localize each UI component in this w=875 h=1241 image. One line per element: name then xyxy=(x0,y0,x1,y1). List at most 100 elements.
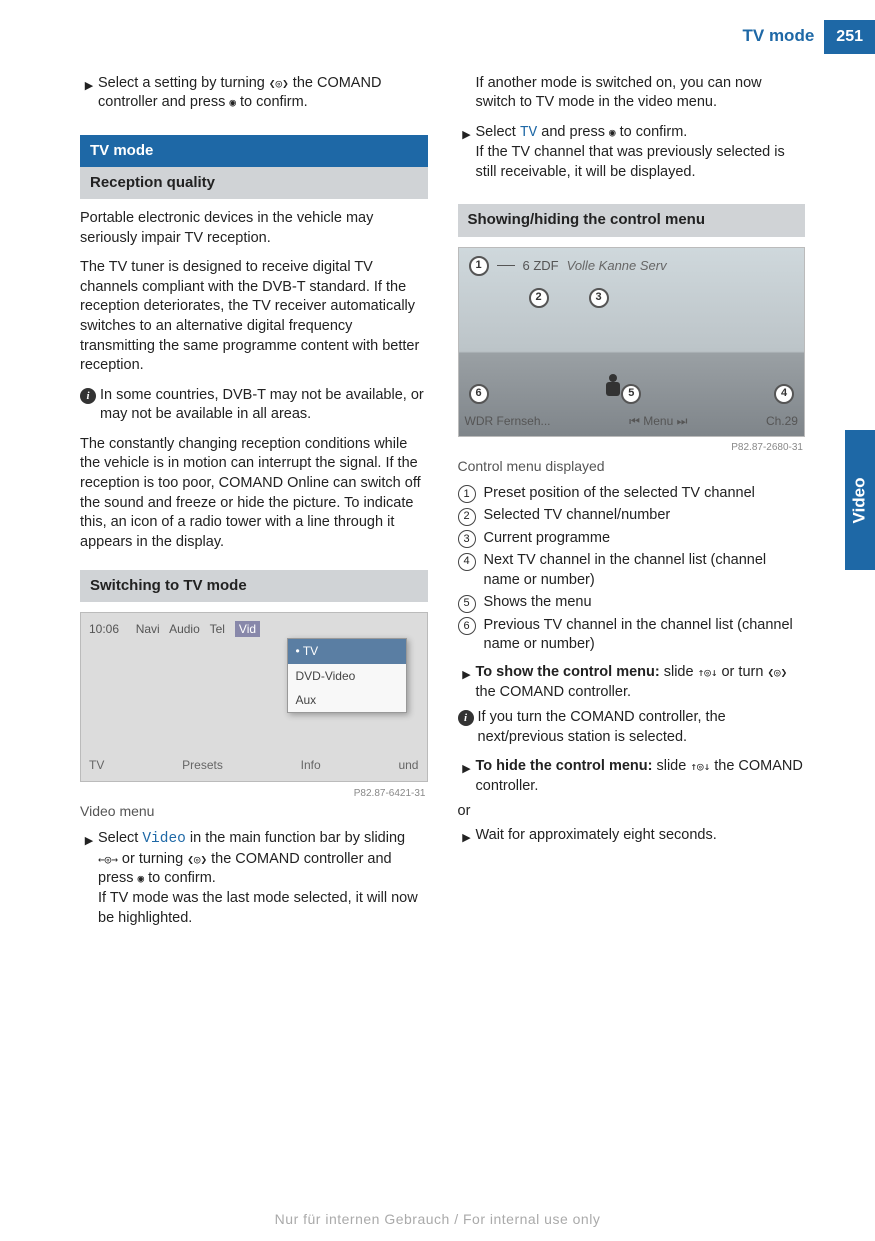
shot-btn-presets: Presets xyxy=(182,757,223,773)
subsection-switching-tv: Switching to TV mode xyxy=(80,570,428,602)
legend-row: 4 Next TV channel in the channel list (ch… xyxy=(458,551,806,590)
legend-row: 2 Selected TV channel/number xyxy=(458,506,806,526)
prev-track-icon: ⏮ xyxy=(629,414,640,428)
text: in the main function bar by sliding xyxy=(186,830,405,846)
shot-time: 10:06 xyxy=(89,622,119,636)
step-hide-control-menu: ▶ To hide the control menu: slide ↑◎↓ th… xyxy=(458,757,806,796)
legend-num-1: 1 xyxy=(458,485,476,503)
text: to confirm. xyxy=(616,124,688,140)
page-number: 251 xyxy=(824,20,875,54)
or-text: or xyxy=(458,802,806,822)
figure-tag: P82.87-6421-31 xyxy=(354,787,426,801)
figure-control-menu: 1 6 ZDF Volle Kanne Serv 2 3 6 5 4 xyxy=(458,247,806,437)
legend-row: 6 Previous TV channel in the channel list… xyxy=(458,616,806,655)
legend-text: Next TV channel in the channel list (cha… xyxy=(484,551,806,590)
shot2-preset: 6 ZDF xyxy=(523,257,559,275)
shot-vid: Vid xyxy=(235,621,260,637)
shot-btn-info: Info xyxy=(301,757,321,773)
legend-text: Selected TV channel/number xyxy=(484,506,671,526)
bold-text: To show the control menu: xyxy=(476,664,660,680)
callout-6: 6 xyxy=(469,384,489,404)
subsection-control-menu: Showing/hiding the control menu xyxy=(458,204,806,236)
press-icon: ◉ xyxy=(229,96,236,109)
info-note: i In some countries, DVB-T may not be av… xyxy=(80,386,428,425)
step-select-tv: ▶ Select TV and press ◉ to confirm. If t… xyxy=(458,123,806,183)
triangle-icon: ▶ xyxy=(462,763,470,775)
text: If the TV channel that was previously se… xyxy=(476,143,806,182)
page-header: TV mode 251 xyxy=(0,20,875,54)
text: to confirm. xyxy=(144,870,216,886)
text: slide xyxy=(652,758,690,774)
info-note: i If you turn the COMAND controller, the… xyxy=(458,708,806,747)
triangle-icon: ▶ xyxy=(85,80,93,92)
bold-text: To hide the control menu: xyxy=(476,758,653,774)
figure-tag: P82.87-2680-31 xyxy=(731,441,803,455)
watermark: Nur für internen Gebrauch / For internal… xyxy=(0,1210,875,1229)
legend-row: 5 Shows the menu xyxy=(458,593,806,613)
callout-4: 4 xyxy=(774,384,794,404)
callout-1: 1 xyxy=(469,256,489,276)
text: Select xyxy=(476,124,520,140)
info-icon: i xyxy=(458,710,474,726)
text: Wait for approximately eight seconds. xyxy=(476,826,806,848)
shot-menu-dvd: DVD-Video xyxy=(288,664,406,688)
figure-caption: Control menu displayed xyxy=(458,457,806,476)
section-tv-mode: TV mode xyxy=(80,135,428,167)
text: or turn xyxy=(717,664,767,680)
legend-num-4: 4 xyxy=(458,553,476,571)
side-tab-label: Video xyxy=(849,477,872,523)
legend-text: Current programme xyxy=(484,529,611,549)
shot2-programme: Volle Kanne Serv xyxy=(567,257,667,275)
step-wait: ▶ Wait for approximately eight seconds. xyxy=(458,826,806,848)
legend-num-3: 3 xyxy=(458,530,476,548)
turn-controller-icon: ❮◎❯ xyxy=(269,77,289,90)
text: to confirm. xyxy=(236,94,308,110)
text: the COMAND controller. xyxy=(476,684,632,700)
legend-num-6: 6 xyxy=(458,617,476,635)
paragraph: The TV tuner is designed to receive digi… xyxy=(80,258,428,375)
slide-vertical-icon: ↑◎↓ xyxy=(698,666,718,679)
slide-controller-icon: ←◎→ xyxy=(98,853,118,866)
legend-text: Previous TV channel in the channel list … xyxy=(484,616,806,655)
press-icon: ◉ xyxy=(609,126,616,139)
text: Select xyxy=(98,830,142,846)
triangle-icon: ▶ xyxy=(462,669,470,681)
triangle-icon: ▶ xyxy=(462,832,470,844)
shot-menu-tv: • TV xyxy=(288,639,406,663)
header-section-title: TV mode xyxy=(743,25,825,48)
info-text: In some countries, DVB-T may not be avai… xyxy=(100,386,428,425)
legend-text: Shows the menu xyxy=(484,593,592,613)
legend-row: 3 Current programme xyxy=(458,529,806,549)
shot-menu-aux: Aux xyxy=(288,688,406,712)
term-tv: TV xyxy=(520,125,537,141)
paragraph: The constantly changing reception condit… xyxy=(80,435,428,552)
paragraph: If another mode is switched on, you can … xyxy=(458,74,806,113)
turn-controller-icon: ❮◎❯ xyxy=(187,853,207,866)
subsection-reception-quality: Reception quality xyxy=(80,167,428,199)
shot-nav: Navi xyxy=(136,622,160,636)
legend-num-2: 2 xyxy=(458,508,476,526)
shot-tel: Tel xyxy=(210,622,225,636)
step-show-control-menu: ▶ To show the control menu: slide ↑◎↓ or… xyxy=(458,663,806,702)
shot2-channel: Ch.29 xyxy=(766,413,798,429)
figure-video-menu: 10:06 Navi Audio Tel Vid • TV DVD-Video … xyxy=(80,612,428,782)
text: Select a setting by turning xyxy=(98,75,269,91)
text: or turning xyxy=(118,851,187,867)
shot-dropdown: • TV DVD-Video Aux xyxy=(287,638,407,713)
term-video: Video xyxy=(142,831,186,847)
shot2-menu: Menu xyxy=(643,414,673,428)
shot-btn-und: und xyxy=(398,757,418,773)
step-select-setting: ▶ Select a setting by turning ❮◎❯ the CO… xyxy=(80,74,428,113)
text: If TV mode was the last mode selected, i… xyxy=(98,889,428,928)
shot-audio: Audio xyxy=(169,622,200,636)
callout-5: 5 xyxy=(621,384,641,404)
next-track-icon: ⏭ xyxy=(677,414,688,428)
triangle-icon: ▶ xyxy=(85,835,93,847)
side-tab-video: Video xyxy=(845,430,875,570)
legend-num-5: 5 xyxy=(458,595,476,613)
shot2-prev-channel: WDR Fernseh... xyxy=(465,413,551,429)
legend-row: 1 Preset position of the selected TV chan… xyxy=(458,484,806,504)
callout-3: 3 xyxy=(589,288,609,308)
shot-btn-tv: TV xyxy=(89,757,104,773)
legend-text: Preset position of the selected TV chann… xyxy=(484,484,755,504)
